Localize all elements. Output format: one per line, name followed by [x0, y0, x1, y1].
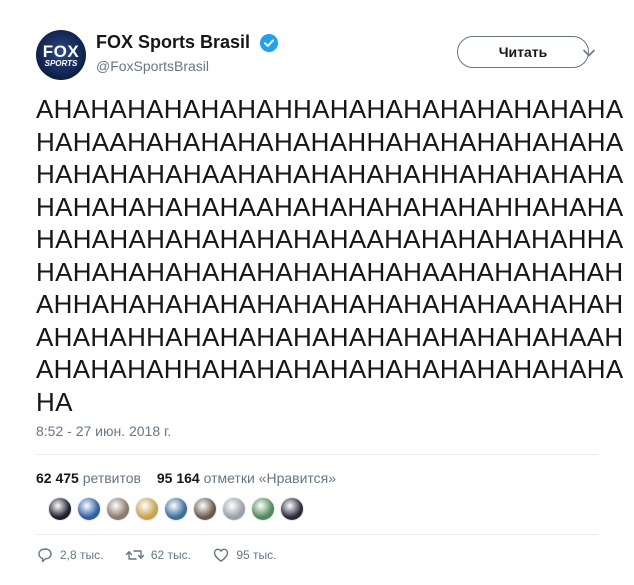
- tweet-timestamp[interactable]: 8:52 - 27 июн. 2018 г.: [36, 423, 171, 439]
- tweet-card: FOX SPORTS FOX Sports Brasil @FoxSportsB…: [0, 0, 634, 585]
- liker-avatar[interactable]: [251, 497, 275, 521]
- tweet-text-line: HA: [36, 386, 73, 417]
- reply-icon: [38, 548, 52, 563]
- likes-count: 95 164: [156, 470, 200, 486]
- retweet-button[interactable]: 62 тыс.: [125, 546, 191, 564]
- verified-icon: [259, 33, 278, 52]
- liker-avatar[interactable]: [106, 497, 130, 521]
- avatar[interactable]: FOX SPORTS: [36, 30, 86, 80]
- tweet-actions: 2,8 тыс. 62 тыс. 95 тыс.: [36, 546, 294, 568]
- reply-button[interactable]: 2,8 тыс.: [36, 546, 103, 564]
- retweet-count: 62 тыс.: [150, 548, 191, 562]
- tweet-text-line: HAHAHAHAHAHAHAHAHAHAHAAHAHAHAHAH: [36, 256, 624, 287]
- tweet-text-line: AHAHAHAHAHAHAHHAHAHAHAHAHAHAHAHA: [36, 94, 624, 124]
- liker-avatar[interactable]: [164, 497, 188, 521]
- avatar-logo-subtext: SPORTS: [44, 59, 78, 68]
- tweet-stats: 62 475 ретвитов 95 164 отметки «Нравится…: [36, 470, 348, 486]
- heart-icon: [214, 548, 229, 562]
- likes-stat[interactable]: 95 164 отметки «Нравится»: [157, 470, 336, 486]
- display-name[interactable]: FOX Sports Brasil: [96, 32, 250, 53]
- divider: [36, 534, 598, 535]
- liker-avatar[interactable]: [280, 497, 304, 521]
- retweets-stat[interactable]: 62 475 ретвитов: [36, 470, 145, 486]
- likes-label: отметки «Нравится»: [203, 470, 337, 486]
- like-button[interactable]: 95 тыс.: [212, 546, 276, 564]
- liker-avatar[interactable]: [222, 497, 246, 521]
- tweet-text-line: HAHAHAHAHAHAAHAHAHAHAHAHAHHAHAHA: [36, 191, 624, 222]
- tweet-header: FOX SPORTS FOX Sports Brasil @FoxSportsB…: [36, 30, 606, 80]
- tweet-text-line: AHHAHAHAHAHAHAHAHAHAHAHAHAAHAHAH: [36, 289, 624, 319]
- divider: [36, 454, 598, 455]
- like-count: 95 тыс.: [236, 548, 277, 562]
- tweet-text: AHAHAHAHAHAHAHHAHAHAHAHAHAHAHAHA HAHAAHA…: [36, 93, 624, 418]
- reply-count: 2,8 тыс.: [60, 548, 104, 562]
- tweet-text-line: HAHAHAHAHAAHAHAHAHAHAHHAHAHAHAHA: [36, 159, 624, 189]
- tweet-text-line: AHAHAHHAHAHAHAHAHAHAHAHAHAHAHAAH: [36, 321, 624, 352]
- chevron-down-icon[interactable]: [580, 44, 598, 62]
- liker-avatar[interactable]: [48, 497, 72, 521]
- liker-avatar[interactable]: [77, 497, 101, 521]
- liker-avatar[interactable]: [135, 497, 159, 521]
- account-handle[interactable]: @FoxSportsBrasil: [96, 58, 278, 74]
- likers-avatars: [48, 497, 309, 523]
- retweets-count: 62 475: [36, 470, 79, 486]
- tweet-text-line: HAHAHAHAHAHAHAHAHAAHAHAHAHAHAHHA: [36, 224, 624, 254]
- liker-avatar[interactable]: [193, 497, 217, 521]
- tweet-text-line: HAHAAHAHAHAHAHAHAHHAHAHAHAHAHAHA: [36, 126, 624, 157]
- retweets-label: ретвитов: [82, 470, 141, 486]
- retweet-icon: [125, 550, 145, 560]
- follow-button[interactable]: Читать: [457, 36, 589, 68]
- tweet-text-line: AHAHAHAHHAHAHAHAHAHAHAHAHAHAHAHA: [36, 354, 624, 384]
- account-name-block: FOX Sports Brasil @FoxSportsBrasil: [96, 32, 278, 74]
